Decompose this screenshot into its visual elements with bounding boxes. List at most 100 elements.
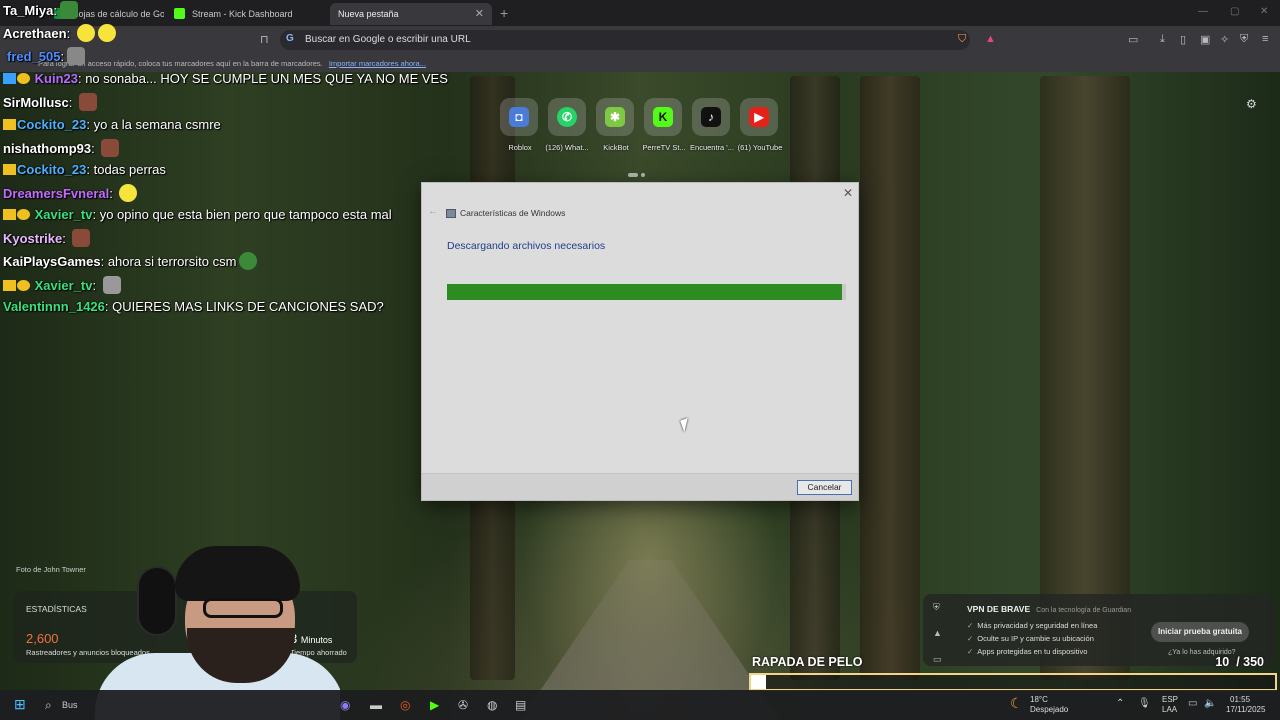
dialog-heading: Descargando archivos necesarios: [447, 240, 606, 252]
youtube-icon: ▶: [749, 107, 769, 127]
minimize-icon[interactable]: —: [1198, 6, 1208, 17]
bookmark-icon[interactable]: ⊓: [260, 33, 269, 46]
discord-icon[interactable]: ◉: [340, 698, 350, 712]
taskbar-search-text[interactable]: Bus: [62, 700, 78, 710]
chat-message: KaiPlaysGames: ahora si terrorsito csm: [3, 252, 258, 270]
crown-badge-icon: [3, 280, 16, 291]
emote-icon: [102, 276, 121, 294]
vpn-feature: Más privacidad y seguridad en línea: [967, 621, 1097, 630]
close-window-icon[interactable]: ✕: [1260, 6, 1268, 17]
speed-dial-perretv[interactable]: K: [644, 98, 682, 136]
kickbot-icon: ✱: [605, 107, 625, 127]
cancel-button[interactable]: Cancelar: [797, 480, 852, 495]
dialog-footer: Cancelar: [422, 473, 858, 500]
chat-username: Xavier_tv: [34, 207, 93, 222]
roblox-icon: ◘: [509, 107, 529, 127]
emote-icon: [59, 1, 78, 19]
tab-label: Nueva pestaña: [338, 9, 399, 19]
back-arrow-icon[interactable]: ←: [428, 206, 438, 217]
tab-kick-dashboard[interactable]: Stream - Kick Dashboard: [164, 3, 330, 25]
chat-message: SirMollusc:: [3, 93, 97, 111]
speed-dial-youtube[interactable]: ▶: [740, 98, 778, 136]
chat-username: fred_505: [7, 49, 61, 64]
taskbar: ⊞ ⌕ Bus ◉ ▬ ◎ ▶ ✇ ◍ ▤ ☾ 18°C Despejado ⌃…: [0, 690, 1280, 720]
speed-dial-roblox[interactable]: ◘: [500, 98, 538, 136]
goal-total: / 350: [1236, 655, 1264, 669]
crown-badge-icon: [3, 209, 16, 220]
brave-shield-icon[interactable]: ⛉: [958, 33, 966, 46]
speed-dial-kickbot[interactable]: ✱: [596, 98, 634, 136]
chat-username: Kyostrike: [3, 231, 63, 246]
maximize-icon[interactable]: ▢: [1230, 6, 1239, 17]
tab-bar: Hojas de cálculo de Google Stream - Kick…: [0, 0, 1280, 26]
download-icon[interactable]: ⤓: [1160, 33, 1165, 46]
brave-browser-icon[interactable]: ◎: [400, 698, 410, 712]
customize-gear-icon[interactable]: ⚙: [1246, 97, 1257, 111]
import-bookmarks-link[interactable]: Importar marcadores ahora...: [329, 59, 426, 68]
kick-studio-icon[interactable]: ▶: [430, 698, 439, 712]
tray-chevron-icon[interactable]: ⌃: [1116, 698, 1124, 709]
clock-time[interactable]: 01:55: [1230, 695, 1250, 705]
volume-icon[interactable]: 🔈: [1204, 698, 1216, 709]
reading-list-icon[interactable]: ▯: [1180, 33, 1186, 46]
app-icon[interactable]: ▬: [370, 698, 382, 712]
sidebar-toggle-icon[interactable]: ▭: [1128, 33, 1138, 46]
chat-username: Cockito_23: [17, 162, 87, 177]
windows-start-icon[interactable]: ⊞: [14, 696, 26, 713]
new-tab-icon[interactable]: +: [500, 5, 508, 21]
progress-fill: [447, 284, 842, 300]
chat-username: Acrethaen: [3, 26, 67, 41]
bookmarks-bar: Para lograr un acceso rápido, coloca tus…: [0, 54, 1280, 72]
goal-progress-fill: [751, 675, 766, 689]
language-layout[interactable]: LAA: [1162, 705, 1177, 715]
steam-icon[interactable]: ✇: [458, 698, 468, 712]
chat-username: DreamersFvneral: [3, 186, 110, 201]
chat-username: Cockito_23: [17, 117, 87, 132]
language-code[interactable]: ESP: [1162, 695, 1178, 705]
chat-message: nishathomp93:: [3, 139, 120, 157]
chat-message: Acrethaen:: [3, 24, 116, 42]
tab-label: Hojas de cálculo de Google: [72, 9, 164, 19]
emote-icon: [97, 24, 116, 42]
clock-date[interactable]: 17/11/2025: [1226, 705, 1265, 715]
chat-message: Xavier_tv: yo opino que esta bien pero q…: [3, 207, 392, 222]
dialog-title: Características de Windows: [460, 208, 566, 218]
chat-text: yo opino que esta bien pero que tampoco …: [99, 207, 392, 222]
start-trial-button[interactable]: Iniciar prueba gratuita: [1151, 622, 1249, 642]
leo-ai-icon[interactable]: ✧: [1220, 33, 1229, 46]
weather-temp[interactable]: 18°C: [1030, 695, 1048, 705]
badge-icon: [3, 73, 16, 84]
network-icon[interactable]: ▭: [1188, 698, 1197, 709]
search-icon[interactable]: ⌕: [45, 698, 52, 713]
close-tab-icon[interactable]: ✕: [475, 7, 484, 20]
chat-username: Ta_Miya: [3, 3, 54, 18]
chat-username: SirMollusc: [3, 95, 69, 110]
address-bar[interactable]: G Buscar en Google o escribir una URL: [280, 30, 970, 50]
chat-username: Valentinnn_1426: [3, 299, 105, 314]
weather-icon[interactable]: ☾: [1010, 695, 1023, 712]
vpn-icon[interactable]: ⛨: [1240, 33, 1248, 46]
vpn-title: VPN DE BRAVE: [967, 604, 1031, 614]
device-icon: ▭: [933, 654, 942, 664]
window-app-icon[interactable]: ▤: [515, 698, 526, 712]
speed-dial-tiktok[interactable]: ♪: [692, 98, 730, 136]
tab-new-tab[interactable]: Nueva pestaña ✕: [330, 3, 492, 25]
badge-icon: [17, 280, 30, 291]
weather-desc[interactable]: Despejado: [1030, 705, 1068, 715]
emote-icon: [119, 184, 138, 202]
whatsapp-icon: ✆: [557, 107, 577, 127]
windows-features-dialog: ✕ ← Características de Windows Descargan…: [421, 182, 859, 501]
close-icon[interactable]: ✕: [843, 186, 853, 200]
page-indicator[interactable]: [628, 164, 648, 182]
obs-icon[interactable]: ◍: [487, 698, 497, 712]
goal-current: 10: [1215, 655, 1230, 669]
speed-dial-whatsapp[interactable]: ✆: [548, 98, 586, 136]
wallet-icon[interactable]: ▣: [1200, 33, 1210, 46]
brave-rewards-icon[interactable]: ▲: [985, 33, 996, 45]
microphone-icon[interactable]: 🎙: [1138, 698, 1151, 709]
emote-icon: [239, 252, 258, 270]
address-placeholder: Buscar en Google o escribir una URL: [305, 34, 471, 45]
speed-dial-label: (61) YouTube: [737, 143, 783, 152]
menu-icon[interactable]: ≡: [1262, 33, 1268, 45]
kick-icon: K: [653, 107, 673, 127]
